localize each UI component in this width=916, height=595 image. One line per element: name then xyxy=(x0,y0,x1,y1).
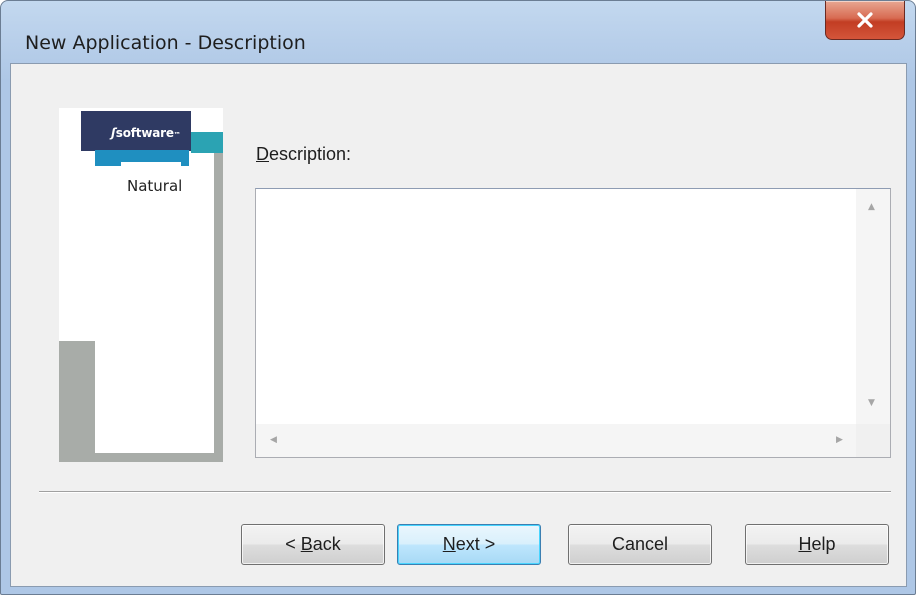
next-button-accel: N xyxy=(442,534,456,554)
scroll-left-arrow-icon[interactable]: ◀ xyxy=(270,436,277,445)
help-button-accel: H xyxy=(798,534,812,554)
back-button-prefix: < xyxy=(285,534,301,554)
software-ag-natural-logo: ʃsoftware™ Natural xyxy=(59,108,223,462)
logo-gray-block xyxy=(59,341,95,462)
button-separator xyxy=(39,491,891,493)
back-button-accel: B xyxy=(300,534,313,554)
cancel-button-label: Cancel xyxy=(611,534,669,554)
next-button[interactable]: Next > xyxy=(397,524,541,565)
help-button-label: elp xyxy=(811,534,836,554)
close-button[interactable] xyxy=(825,1,905,40)
cancel-button[interactable]: Cancel xyxy=(568,524,712,565)
scroll-down-arrow-icon[interactable]: ▼ xyxy=(868,399,875,408)
logo-teal-block xyxy=(191,132,223,153)
close-icon xyxy=(855,12,875,28)
logo-brand-block: ʃsoftware™ xyxy=(81,111,191,151)
logo-product-name: Natural xyxy=(127,177,183,195)
back-button-label: ack xyxy=(312,534,341,554)
logo-blue-tab-left xyxy=(95,162,121,166)
logo-brand-text: ʃsoftware™ xyxy=(111,126,181,140)
description-label: Description: xyxy=(256,144,352,164)
horizontal-scrollbar[interactable]: ◀ ▶ xyxy=(256,424,856,457)
title-bar[interactable]: New Application - Description xyxy=(1,1,915,63)
logo-blue-tab-right xyxy=(181,162,189,166)
window-title: New Application - Description xyxy=(25,32,306,54)
scroll-right-arrow-icon[interactable]: ▶ xyxy=(836,436,843,445)
scrollbar-corner xyxy=(856,424,890,457)
description-textarea[interactable]: ▲ ▼ ◀ ▶ xyxy=(255,188,891,458)
back-button[interactable]: < Back xyxy=(241,524,385,565)
logo-gray-edge-right xyxy=(214,153,223,462)
logo-gray-edge-bottom xyxy=(59,453,223,462)
help-button[interactable]: Help xyxy=(745,524,889,565)
scroll-up-arrow-icon[interactable]: ▲ xyxy=(868,203,875,212)
next-button-label: ext > xyxy=(455,534,496,554)
logo-blue-bar xyxy=(95,150,189,162)
dialog-window: New Application - Description ʃsoftware™ xyxy=(0,0,916,595)
vertical-scrollbar[interactable]: ▲ ▼ xyxy=(856,189,890,424)
dialog-client-area: ʃsoftware™ Natural Description: ▲ ▼ ◀ ▶ xyxy=(10,63,907,587)
